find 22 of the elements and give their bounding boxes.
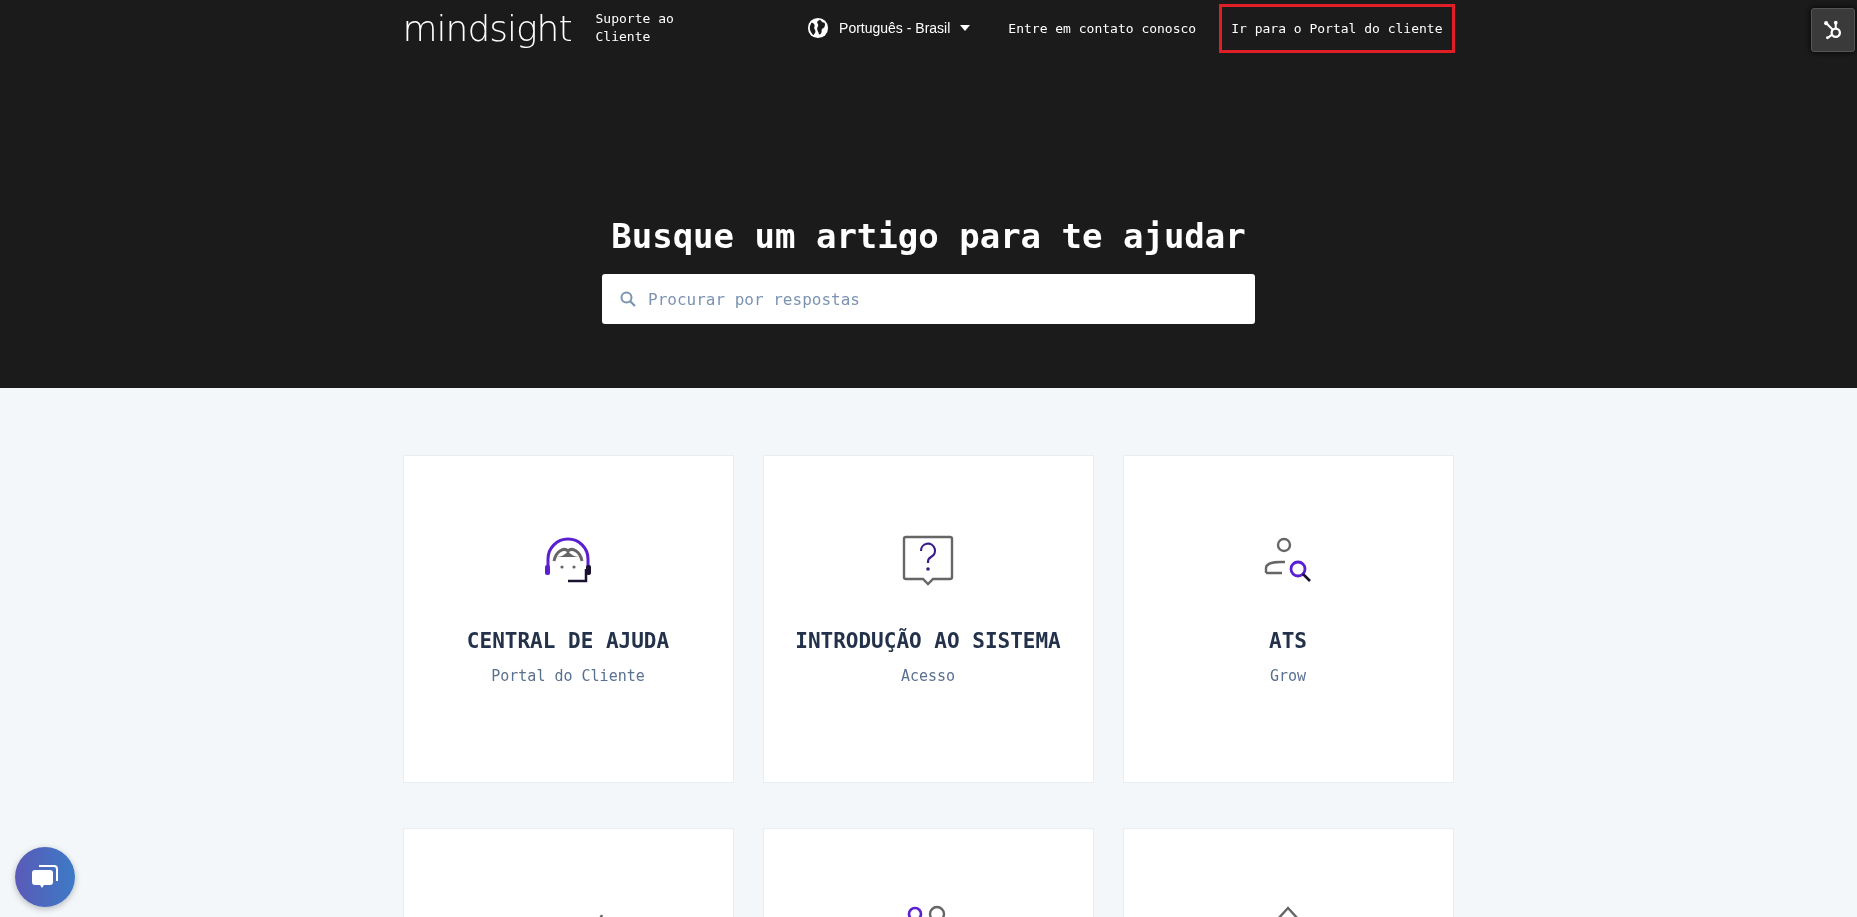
sprocket-icon	[1822, 19, 1844, 41]
hubspot-button[interactable]	[1811, 8, 1855, 52]
chat-button[interactable]	[15, 847, 75, 907]
hero-title: Busque um artigo para te ajudar	[611, 216, 1246, 256]
site-subtitle: Suporte ao Cliente	[595, 10, 675, 46]
globe-icon	[807, 17, 830, 39]
card-title: INTRODUÇÃO AO SISTEMA	[795, 629, 1061, 653]
nav-link[interactable]: Ir para o Portal do cliente	[1219, 3, 1455, 53]
search-field[interactable]: Procurar por respostas	[602, 274, 1255, 324]
language-selector[interactable]: Português - Brasil	[807, 17, 971, 39]
logo[interactable]: mindsight	[402, 7, 572, 49]
category-card[interactable]: ATS Grow	[1122, 455, 1454, 783]
card-title: CENTRAL DE AJUDA	[466, 629, 670, 653]
caret-icon	[960, 25, 971, 31]
card-subtitle: Grow	[1269, 667, 1307, 685]
card-title: ATS	[1269, 629, 1307, 653]
nav-link[interactable]: Entre em contato conosco	[996, 3, 1209, 53]
category-card[interactable]: INTRODUÇÃO AO SISTEMA Acesso	[762, 455, 1094, 783]
card-subtitle: Portal do Cliente	[491, 667, 645, 685]
card-subtitle: Acesso	[900, 667, 956, 685]
category-card[interactable]: CENTRAL DE AJUDA Portal do Cliente	[402, 455, 734, 783]
search-icon	[620, 291, 636, 307]
